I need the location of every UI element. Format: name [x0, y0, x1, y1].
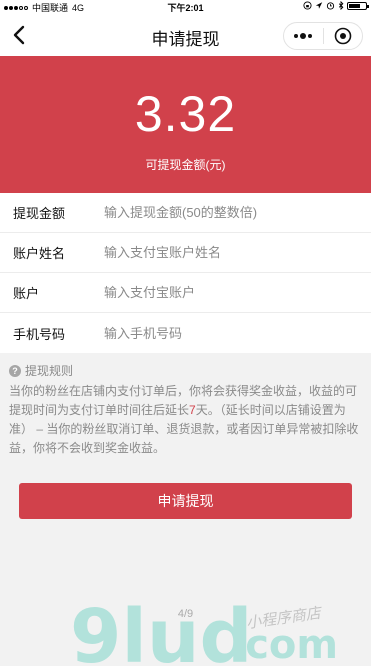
amount-input[interactable] [104, 205, 361, 220]
amount-label: 提现金额 [13, 206, 66, 221]
balance-amount: 3.32 [134, 86, 237, 142]
nav-bar: 申请提现 [0, 14, 371, 56]
more-button[interactable] [284, 23, 323, 49]
rotation-lock-icon [303, 1, 312, 10]
submit-withdraw-button[interactable]: 申请提现 [19, 483, 352, 519]
withdraw-form: 提现金额 账户姓名 账户 手机号码 [0, 193, 371, 353]
page-indicator: 4/9 [177, 608, 194, 620]
balance-header: 3.32 可提现金额(元) [0, 56, 371, 193]
watermark-brand: 9lud [70, 594, 253, 666]
more-dots-icon [294, 33, 313, 39]
bluetooth-icon [338, 1, 344, 10]
alarm-icon [326, 2, 335, 10]
phone-label: 手机号码 [13, 326, 66, 342]
account-name-label: 账户姓名 [13, 246, 66, 261]
info-icon: ? [9, 364, 21, 377]
account-name-row: 账户姓名 [0, 233, 371, 273]
account-row: 账户 [0, 273, 371, 313]
mini-program-capsule [283, 22, 363, 50]
rules-text: 当你的粉丝在店铺内支付订单后，你将会获得奖金收益，收益的可提现时间为支付订单时间… [9, 384, 359, 455]
withdraw-rules: ? 提现规则 当你的粉丝在店铺内支付订单后，你将会获得奖金收益，收益的可提现时间… [9, 362, 364, 458]
location-icon [315, 2, 323, 9]
account-name-input[interactable] [104, 245, 361, 260]
balance-label: 可提现金额(元) [145, 158, 226, 172]
target-close-icon [334, 27, 352, 45]
close-button[interactable] [323, 23, 362, 49]
account-label: 账户 [13, 286, 40, 301]
rules-title: 提现规则 [25, 364, 74, 378]
rules-days: 7 [189, 403, 196, 417]
battery-icon [347, 1, 369, 10]
phone-row: 手机号码 [0, 313, 371, 353]
account-input[interactable] [104, 285, 361, 300]
amount-row: 提现金额 [0, 193, 371, 233]
phone-input[interactable] [104, 325, 361, 341]
watermark-logo: 9lud .com 小程序商店 [70, 594, 338, 666]
status-bar: 中国联通 4G 下午2:01 [0, 0, 371, 14]
